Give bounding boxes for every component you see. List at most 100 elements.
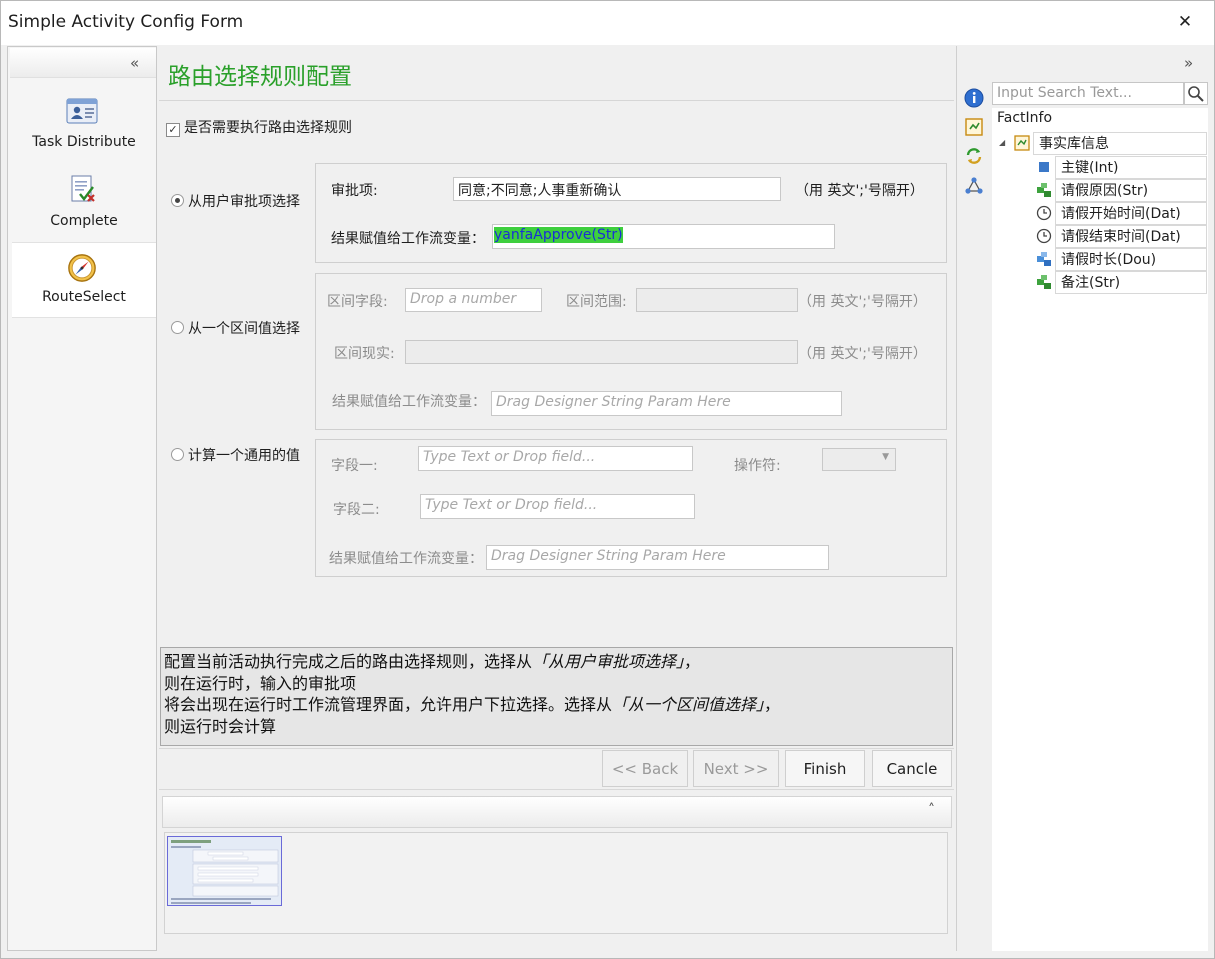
range-values-input[interactable] <box>636 288 798 312</box>
rule-description: 配置当前活动执行完成之后的路由选择规则，选择从「从用户审批项选择」， 则在运行时… <box>160 647 953 746</box>
tree-title: FactInfo <box>997 110 1053 126</box>
page-thumbnail[interactable] <box>167 836 282 906</box>
desc-text: 将会出现在运行时工作流管理界面，允许用户下拉选择。选择从 <box>164 695 613 714</box>
desc-emphasis: 「从一个区间值选择」 <box>612 695 765 714</box>
nav-item-route-select[interactable]: RouteSelect <box>12 242 156 318</box>
compute-result-input[interactable]: Drag Designer String Param Here <box>486 545 829 570</box>
nav-item-task-distribute[interactable]: Task Distribute <box>12 86 156 162</box>
tree-node-label: 请假原因(Str) <box>1055 179 1207 202</box>
tree-node-label: 请假时长(Dou) <box>1055 248 1207 271</box>
preview-collapse-button[interactable]: ˄ <box>928 802 935 818</box>
desc-text: ， <box>684 652 701 671</box>
page-title: 路由选择规则配置 <box>168 64 352 90</box>
tree-node[interactable]: 请假开始时间(Dat) <box>1055 202 1207 225</box>
operator-select[interactable]: ▼ <box>822 448 896 471</box>
tree-node[interactable]: 主键(Int) <box>1055 156 1207 179</box>
range-actual-input[interactable] <box>405 340 798 364</box>
compute-result-label: 结果赋值给工作流变量： <box>329 551 483 567</box>
thumbnail-preview-icon <box>168 837 281 905</box>
user-card-icon <box>66 98 98 124</box>
tree-node-label: 请假开始时间(Dat) <box>1055 202 1207 225</box>
radio-unselected-icon <box>171 448 184 461</box>
option-label: 计算一个通用的值 <box>188 448 300 464</box>
range-actual-label: 区间现实: <box>334 346 395 362</box>
nav-collapse-button[interactable]: « <box>130 54 139 72</box>
option-compute-radio[interactable]: 计算一个通用的值 <box>171 445 300 465</box>
range-actual-hint: （用 英文';'号隔开） <box>798 346 927 362</box>
field1-label: 字段一: <box>331 458 378 474</box>
desc-text: ， <box>764 695 781 714</box>
option-label: 从用户审批项选择 <box>188 194 300 210</box>
tree-node-label: 备注(Str) <box>1055 271 1207 294</box>
fact-table-icon <box>1014 135 1030 151</box>
tree-node-label: 主键(Int) <box>1055 156 1207 179</box>
approval-result-label: 结果赋值给工作流变量： <box>331 231 485 247</box>
tree-node[interactable]: 请假时长(Dou) <box>1055 248 1207 271</box>
dropdown-arrow-icon: ▼ <box>882 452 889 462</box>
tree-node[interactable]: 请假结束时间(Dat) <box>1055 225 1207 248</box>
approval-result-value: yanfaApprove(Str) <box>494 227 623 243</box>
option-user-approval-radio[interactable]: 从用户审批项选择 <box>171 191 300 211</box>
finish-button[interactable]: Finish <box>785 750 865 787</box>
field1-input[interactable]: Type Text or Drop field... <box>418 446 693 471</box>
range-values-hint: （用 英文';'号隔开） <box>798 294 927 310</box>
range-field-placeholder: Drop a number <box>410 291 517 307</box>
enable-rule-label: 是否需要执行路由选择规则 <box>184 120 352 136</box>
info-icon[interactable] <box>964 88 984 108</box>
tree-node-label: 事实库信息 <box>1033 132 1207 155</box>
desc-text: 配置当前活动执行完成之后的路由选择规则，选择从 <box>164 652 533 671</box>
field2-input[interactable]: Type Text or Drop field... <box>420 494 695 519</box>
option-label: 从一个区间值选择 <box>188 321 300 337</box>
approval-result-input[interactable]: yanfaApprove(Str) <box>492 224 835 249</box>
desc-emphasis: 「从用户审批项选择」 <box>532 652 685 671</box>
option-range-radio[interactable]: 从一个区间值选择 <box>171 318 300 338</box>
desc-text: 则在运行时，输入的审批项 <box>164 673 357 693</box>
network-icon[interactable] <box>964 176 984 196</box>
field2-placeholder: Type Text or Drop field... <box>425 497 598 513</box>
nav-item-complete[interactable]: Complete <box>12 165 156 241</box>
search-button[interactable] <box>1184 82 1208 105</box>
range-values-label: 区间范围: <box>566 294 627 310</box>
range-field-input[interactable]: Drop a number <box>405 288 542 312</box>
tree-node-label: 请假结束时间(Dat) <box>1055 225 1207 248</box>
green-blocks-icon <box>1037 275 1051 289</box>
nav-item-label: Task Distribute <box>32 134 136 150</box>
close-button[interactable]: ✕ <box>1170 6 1200 38</box>
tree-node[interactable]: 备注(Str) <box>1055 271 1207 294</box>
document-check-icon <box>71 175 95 202</box>
expand-toggle-icon[interactable]: ◢ <box>999 138 1005 147</box>
nav-item-label: Complete <box>50 213 118 229</box>
clock-icon <box>1036 205 1052 221</box>
back-button[interactable]: << Back <box>602 750 688 787</box>
compass-icon <box>68 254 96 282</box>
fact-search-input[interactable]: Input Search Text... <box>992 82 1184 105</box>
right-panel-collapse-button[interactable]: » <box>1184 54 1193 72</box>
tree-node[interactable]: 请假原因(Str) <box>1055 179 1207 202</box>
radio-selected-icon <box>171 194 184 207</box>
preview-header <box>162 796 952 828</box>
clock-icon <box>1036 228 1052 244</box>
next-button[interactable]: Next >> <box>693 750 779 787</box>
operator-label: 操作符: <box>734 458 781 474</box>
range-field-label: 区间字段: <box>327 294 388 310</box>
radio-unselected-icon <box>171 321 184 334</box>
range-result-label: 结果赋值给工作流变量： <box>332 394 486 410</box>
compute-result-placeholder: Drag Designer String Param Here <box>491 548 726 564</box>
green-blocks-icon <box>1037 183 1051 197</box>
range-result-input[interactable]: Drag Designer String Param Here <box>491 391 842 416</box>
fact-table-icon[interactable] <box>964 117 984 137</box>
desc-text: 则运行时会计算 <box>164 716 277 736</box>
square-icon <box>1039 162 1049 172</box>
range-result-placeholder: Drag Designer String Param Here <box>496 394 731 410</box>
field1-placeholder: Type Text or Drop field... <box>423 449 596 465</box>
enable-rule-checkbox[interactable]: ✓ 是否需要执行路由选择规则 <box>166 117 352 137</box>
approval-items-input[interactable]: 同意;不同意;人事重新确认 <box>453 177 781 201</box>
approval-items-label: 审批项: <box>331 183 378 199</box>
approval-items-hint: （用 英文';'号隔开） <box>795 183 924 199</box>
refresh-icon[interactable] <box>964 146 984 166</box>
blue-blocks-icon <box>1037 252 1051 266</box>
cancel-button[interactable]: Cancle <box>872 750 952 787</box>
tree-root-node[interactable]: 事实库信息 <box>1033 132 1207 155</box>
nav-item-label: RouteSelect <box>42 289 126 305</box>
field2-label: 字段二: <box>333 502 380 518</box>
